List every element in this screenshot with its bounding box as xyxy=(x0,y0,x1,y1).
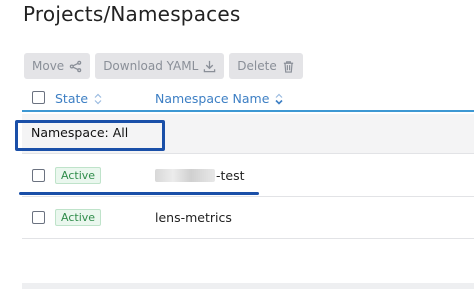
row-checkbox[interactable] xyxy=(32,211,45,224)
download-yaml-button[interactable]: Download YAML xyxy=(95,53,225,79)
table-header: State Namespace Name xyxy=(22,84,474,112)
namespaces-table: State Namespace Name Namespace: All Acti… xyxy=(15,84,474,239)
table-row[interactable]: Active -test xyxy=(19,155,474,197)
annotation-underline xyxy=(19,192,259,195)
state-column-header[interactable]: State xyxy=(55,91,103,106)
status-badge: Active xyxy=(55,167,102,184)
sort-down-icon xyxy=(275,93,283,105)
namespace-name[interactable]: -test xyxy=(155,168,245,183)
delete-button[interactable]: Delete xyxy=(229,53,303,79)
table-row[interactable]: Active lens-metrics xyxy=(22,197,474,239)
row-checkbox[interactable] xyxy=(32,169,45,182)
download-icon xyxy=(204,60,216,72)
trash-icon xyxy=(283,60,293,73)
state-header-label: State xyxy=(55,91,89,106)
move-button-label: Move xyxy=(32,59,65,73)
namespace-name[interactable]: lens-metrics xyxy=(155,210,232,225)
table-footer xyxy=(22,283,474,289)
bulk-actions-toolbar: Move Download YAML Delete xyxy=(24,53,303,79)
namespace-name-column-header[interactable]: Namespace Name xyxy=(155,91,284,106)
redacted-text xyxy=(155,169,215,182)
move-button[interactable]: Move xyxy=(24,53,91,79)
page-title: Projects/Namespaces xyxy=(23,2,241,26)
delete-button-label: Delete xyxy=(237,59,277,73)
download-yaml-label: Download YAML xyxy=(103,59,199,73)
move-icon xyxy=(69,60,82,72)
status-badge: Active xyxy=(55,209,102,226)
select-all-checkbox[interactable] xyxy=(32,90,45,104)
annotation-highlight-box xyxy=(15,120,165,151)
sort-icon xyxy=(94,93,102,104)
namespace-name-header-label: Namespace Name xyxy=(155,91,270,106)
namespace-name-suffix: -test xyxy=(216,168,245,183)
